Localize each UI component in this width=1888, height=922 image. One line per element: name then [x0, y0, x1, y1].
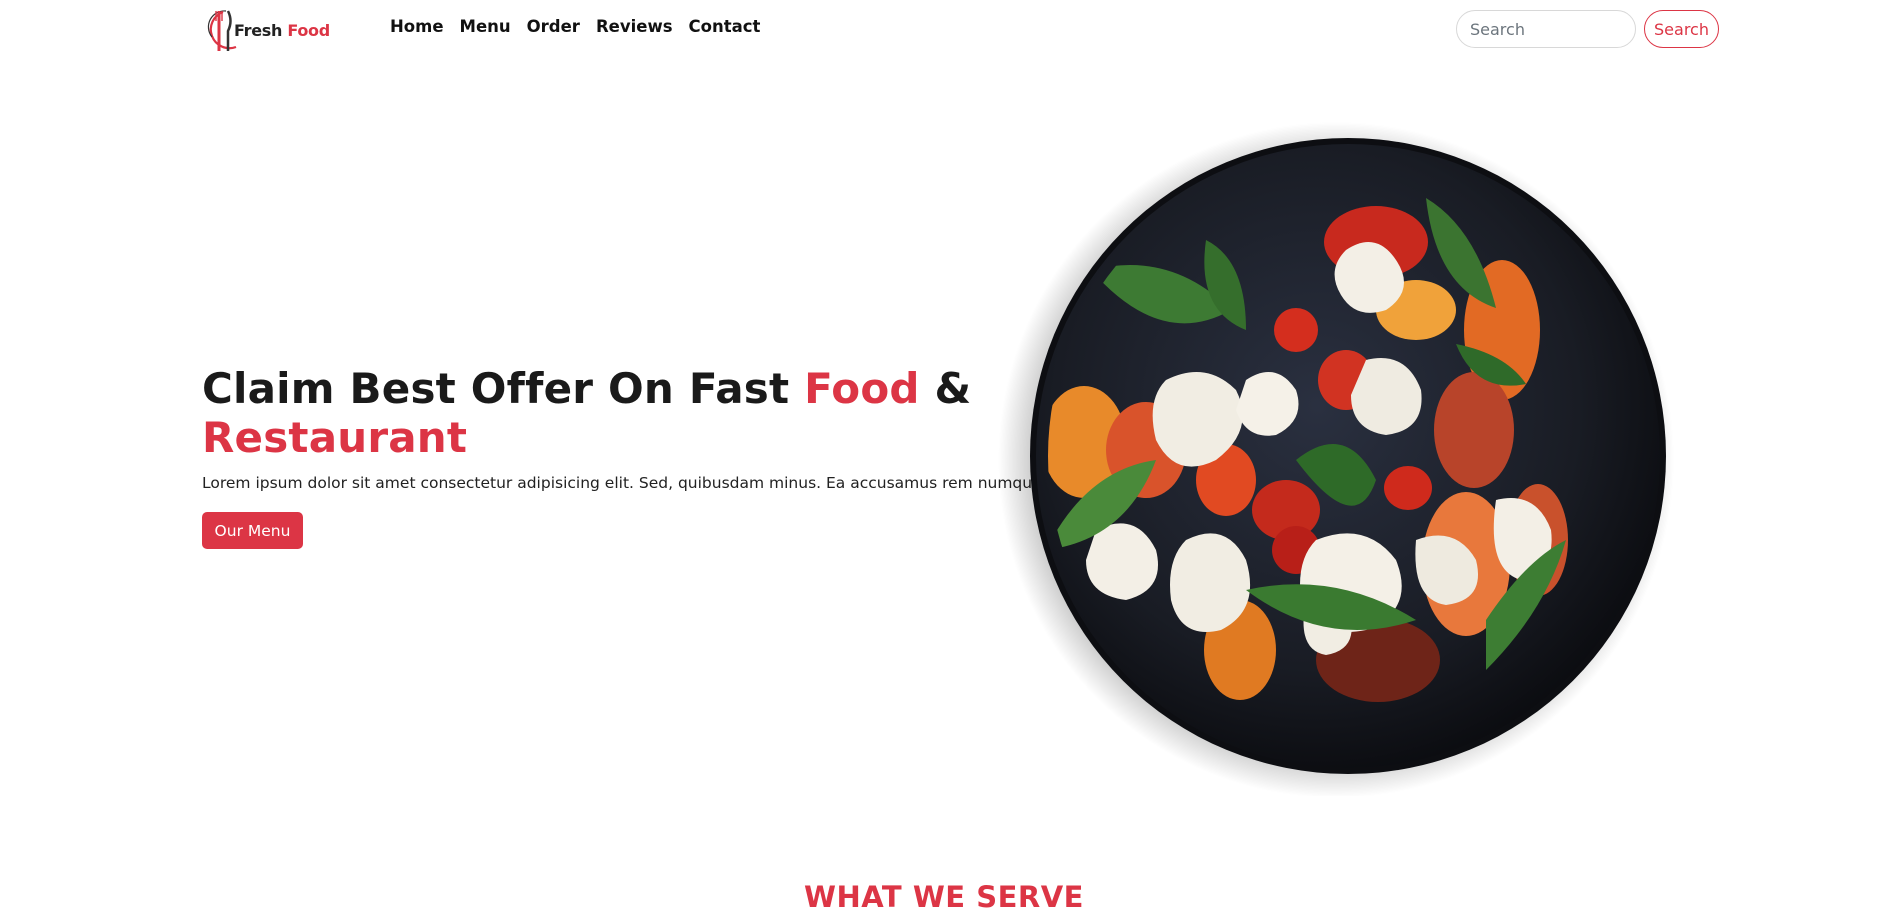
navbar: Fresh Food Home Menu Order Reviews Conta…: [0, 0, 1888, 58]
nav-item-home[interactable]: Home: [390, 17, 444, 36]
our-menu-button[interactable]: Our Menu: [202, 512, 303, 549]
nav-item-order[interactable]: Order: [527, 17, 580, 36]
main-nav: Home Menu Order Reviews Contact: [390, 17, 776, 36]
brand-logo[interactable]: Fresh Food: [206, 7, 330, 53]
nav-item-contact[interactable]: Contact: [689, 17, 761, 36]
nav-item-reviews[interactable]: Reviews: [596, 17, 673, 36]
search-input[interactable]: [1456, 10, 1636, 48]
nav-item-menu[interactable]: Menu: [460, 17, 511, 36]
hero-description: Lorem ipsum dolor sit amet consectetur a…: [202, 474, 1062, 492]
section-heading-what-we-serve: WHAT WE SERVE: [803, 880, 1084, 914]
salad-plate-image: [996, 120, 1676, 798]
search-button[interactable]: Search: [1644, 10, 1719, 48]
brand-name: Fresh Food: [234, 20, 330, 40]
hero-title: Claim Best Offer On Fast Food & Restaura…: [202, 364, 972, 462]
